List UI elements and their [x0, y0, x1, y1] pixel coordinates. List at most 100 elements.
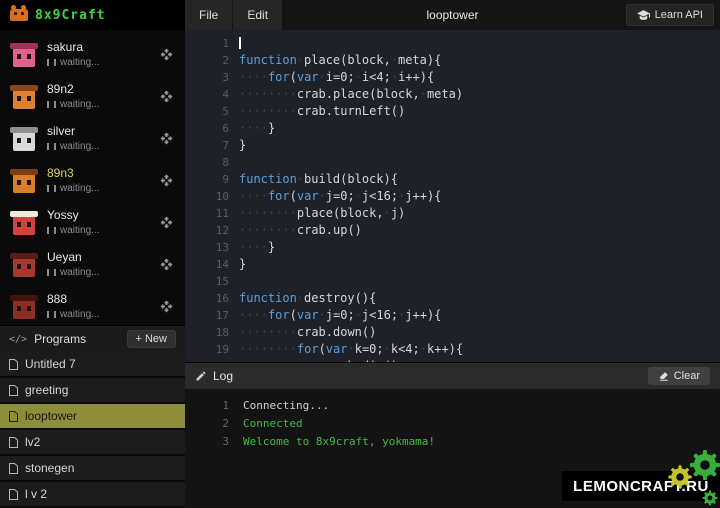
- line-number: 7: [185, 137, 239, 154]
- log-message: Welcome to 8x9craft, yokmama!: [243, 433, 435, 451]
- move-icon: [160, 300, 173, 313]
- avatar-body: [13, 132, 35, 151]
- line-number: 15: [185, 273, 239, 290]
- player-row[interactable]: sakura waiting...: [0, 33, 185, 75]
- log-entry: 3Welcome to 8x9craft, yokmama!: [185, 433, 720, 451]
- pause-icon: [47, 101, 56, 108]
- avatar-eyes: [17, 180, 21, 185]
- line-number: 16: [185, 290, 239, 307]
- code-line: 8: [185, 154, 720, 171]
- log-line-number: 1: [185, 397, 243, 415]
- program-item[interactable]: greeting: [0, 378, 185, 404]
- program-label: l v 2: [25, 487, 47, 501]
- locate-player-button[interactable]: [158, 172, 175, 189]
- clear-log-button[interactable]: Clear: [648, 367, 710, 385]
- locate-player-button[interactable]: [158, 130, 175, 147]
- player-row[interactable]: Ueyan waiting...: [0, 243, 185, 285]
- log-message: Connecting...: [243, 397, 329, 415]
- code-text: ····for(var·i=0;·i<4;·i++){: [239, 69, 434, 86]
- code-text: function·place(block,·meta){: [239, 52, 441, 69]
- locate-player-button[interactable]: [158, 298, 175, 315]
- code-line: 4········crab.place(block,·meta): [185, 86, 720, 103]
- code-text: ····for(var·j=0;·j<16;·j++){: [239, 307, 441, 324]
- locate-player-button[interactable]: [158, 88, 175, 105]
- learn-api-icon: [637, 10, 650, 21]
- document-icon: [9, 359, 18, 370]
- locate-player-button[interactable]: [158, 256, 175, 273]
- program-item[interactable]: lv2: [0, 430, 185, 456]
- code-icon: </>: [9, 334, 27, 345]
- avatar-body: [13, 48, 35, 67]
- avatar-eyes: [17, 138, 21, 143]
- move-icon: [160, 132, 173, 145]
- log-message: Connected: [243, 415, 303, 433]
- text-cursor: [239, 37, 241, 49]
- player-name: 89n3: [47, 166, 149, 180]
- document-icon: [9, 437, 18, 448]
- code-text: }: [239, 137, 246, 154]
- avatar-roof: [10, 295, 38, 301]
- player-info: sakura waiting...: [47, 40, 149, 68]
- player-row[interactable]: 888 waiting...: [0, 285, 185, 325]
- avatar-eyes: [17, 264, 21, 269]
- document-icon: [9, 411, 18, 422]
- player-row[interactable]: Yossy waiting...: [0, 201, 185, 243]
- code-text: function·build(block){: [239, 171, 398, 188]
- program-item[interactable]: Untitled 7: [0, 352, 185, 378]
- program-item[interactable]: stonegen: [0, 456, 185, 482]
- document-icon: [9, 463, 18, 474]
- player-info: silver waiting...: [47, 124, 149, 152]
- code-line: 3····for(var·i=0;·i<4;·i++){: [185, 69, 720, 86]
- line-number: 8: [185, 154, 239, 171]
- line-number: 12: [185, 222, 239, 239]
- player-row[interactable]: silver waiting...: [0, 117, 185, 159]
- player-row[interactable]: 89n2 waiting...: [0, 75, 185, 117]
- player-status-row: waiting...: [47, 309, 149, 320]
- program-label: lv2: [25, 435, 40, 449]
- player-avatar: [10, 82, 38, 112]
- player-info: 89n2 waiting...: [47, 82, 149, 110]
- line-number: 11: [185, 205, 239, 222]
- avatar-roof: [10, 211, 38, 217]
- player-info: 89n3 waiting...: [47, 166, 149, 194]
- player-row[interactable]: 89n3 waiting...: [0, 159, 185, 201]
- code-text: ········crab.turnLeft(): [239, 103, 405, 120]
- avatar-roof: [10, 43, 38, 49]
- program-label: greeting: [25, 383, 68, 397]
- programs-panel: </> Programs + New Untitled 7 greeting l…: [0, 325, 185, 508]
- code-line: 5········crab.turnLeft(): [185, 103, 720, 120]
- menu-file[interactable]: File: [185, 0, 232, 30]
- player-status-row: waiting...: [47, 183, 149, 194]
- top-bar: 8x9Craft File Edit looptower Learn API: [0, 0, 720, 30]
- avatar-roof: [10, 85, 38, 91]
- program-item[interactable]: l v 2: [0, 482, 185, 508]
- avatar-roof: [10, 127, 38, 133]
- locate-player-button[interactable]: [158, 214, 175, 231]
- program-item[interactable]: looptower: [0, 404, 185, 430]
- menu-edit[interactable]: Edit: [233, 0, 282, 30]
- locate-player-button[interactable]: [158, 46, 175, 63]
- sidebar: sakura waiting... 89n2 waiting...: [0, 30, 185, 508]
- player-status-row: waiting...: [47, 99, 149, 110]
- line-number: 18: [185, 324, 239, 341]
- new-program-button[interactable]: + New: [127, 330, 177, 348]
- learn-api-button[interactable]: Learn API: [626, 4, 714, 26]
- player-status: waiting...: [60, 267, 99, 278]
- log-entry: 2Connected: [185, 415, 720, 433]
- learn-api-label: Learn API: [655, 9, 703, 21]
- move-icon: [160, 258, 173, 271]
- logo-text: 8x9Craft: [35, 8, 106, 23]
- code-text: }: [239, 256, 246, 273]
- avatar-eyes: [17, 306, 21, 311]
- move-icon: [160, 48, 173, 61]
- pause-icon: [47, 269, 56, 276]
- code-text: function·destroy(){: [239, 290, 376, 307]
- player-name: Yossy: [47, 208, 149, 222]
- log-line-number: 2: [185, 415, 243, 433]
- avatar-roof: [10, 253, 38, 259]
- avatar-roof: [10, 169, 38, 175]
- code-line: 16function·destroy(){: [185, 290, 720, 307]
- avatar-eyes: [17, 96, 21, 101]
- line-number: 6: [185, 120, 239, 137]
- code-editor[interactable]: 12 function·place(block,·meta){3····for(v…: [185, 30, 720, 362]
